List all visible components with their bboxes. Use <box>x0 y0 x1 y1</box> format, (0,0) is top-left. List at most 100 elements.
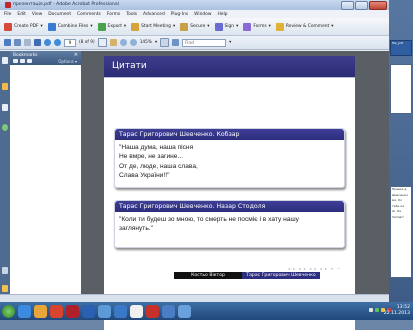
word-document-icon[interactable] <box>178 304 191 318</box>
create-pdf-button[interactable]: Create PDF ▾ <box>4 22 43 31</box>
secure-button[interactable]: Secure ▾ <box>180 22 210 31</box>
internet-explorer-icon[interactable] <box>18 304 31 318</box>
attachments-icon[interactable] <box>2 124 8 131</box>
review-comment-button[interactable]: Review & Comment ▾ <box>275 22 334 31</box>
lock-icon <box>180 22 189 31</box>
notepad-icon[interactable] <box>130 304 143 318</box>
menu-help[interactable]: Help <box>217 12 227 17</box>
slide-nav-symbols: ◂ ▸ ◂ ▸ ◂ ▸ ◂ ▸ ≡ ∽ <box>288 266 342 271</box>
slide-title: Цитати <box>112 61 147 71</box>
acrobat-logo-icon <box>5 2 11 8</box>
select-tool-icon[interactable] <box>97 38 107 47</box>
bookmarks-options[interactable]: Options ▾ <box>58 59 77 64</box>
fit-page-icon[interactable] <box>160 38 170 47</box>
previous-page-icon[interactable] <box>44 39 51 46</box>
bookmarks-panel: Bookmarks × Options ▾ <box>10 51 82 294</box>
zoom-out-icon[interactable] <box>129 39 137 46</box>
language-icon[interactable] <box>369 308 373 312</box>
menu-comments[interactable]: Comments <box>77 12 101 17</box>
menu-file[interactable]: File <box>4 12 11 17</box>
menu-edit[interactable]: Edit <box>17 12 26 17</box>
close-button[interactable] <box>369 1 387 10</box>
forms-icon <box>243 22 252 31</box>
navigation-toolbar: 9 (8 of 9) 145% ▾ Find ▾ <box>0 36 389 50</box>
fit-width-icon[interactable] <box>172 39 180 46</box>
pages-icon[interactable] <box>2 57 8 64</box>
combine-files-icon <box>47 22 56 31</box>
menu-tools[interactable]: Tools <box>126 12 137 17</box>
background-window-document[interactable]: Правка д Шевченко ми. Ко тебе на мі. Не … <box>390 186 412 278</box>
bookmark-tools <box>13 59 32 63</box>
zoom-level[interactable]: 145% <box>140 40 152 45</box>
menu-document[interactable]: Document <box>48 12 71 17</box>
menu-view[interactable]: View <box>32 12 42 17</box>
footer-topic: Тарас Григорович Шевченко <box>242 272 320 279</box>
acrobat-window: презентація.pdf - Adobe Acrobat Professi… <box>0 0 390 330</box>
menu-bar: File Edit View Document Comments Forms T… <box>0 10 389 18</box>
start-meeting-button[interactable]: Start Meeting ▾ <box>131 22 175 31</box>
opera-icon[interactable] <box>66 304 79 318</box>
delete-bookmark-icon[interactable] <box>20 59 25 63</box>
menu-advanced[interactable]: Advanced <box>143 12 165 17</box>
quote-card-body: "Коли ти будеш зо мною, то смерть не пос… <box>119 216 299 233</box>
taskbar-app-icon[interactable] <box>98 304 111 318</box>
maximize-button[interactable] <box>355 1 368 10</box>
title-bar: презентація.pdf - Adobe Acrobat Professi… <box>0 0 389 10</box>
explorer-window-icon[interactable] <box>162 304 175 318</box>
document-viewer: Цитати Тарас Григорович Шевченко. Кобзар… <box>81 51 389 330</box>
signatures-icon[interactable] <box>2 104 8 111</box>
bookmarks-title: Bookmarks <box>13 53 38 58</box>
bookmarks-icon[interactable] <box>2 83 8 90</box>
quote-card-1: Тарас Григорович Шевченко. Кобзар "Наша … <box>114 128 345 188</box>
background-window-toolbar[interactable] <box>390 64 412 114</box>
taskbar: 13:52 22.11.2013 <box>0 302 413 320</box>
print-icon[interactable] <box>14 39 21 46</box>
find-input[interactable]: Find <box>182 38 227 47</box>
zoom-in-icon[interactable] <box>119 39 127 46</box>
new-bookmark-icon[interactable] <box>13 59 18 63</box>
menu-forms[interactable]: Forms <box>107 12 120 17</box>
background-window: file_pdf Правка д Шевченко ми. Ко тебе н… <box>389 0 413 302</box>
email-icon[interactable] <box>24 39 31 46</box>
sign-button[interactable]: Sign ▾ <box>214 22 238 31</box>
paperclip-icon[interactable] <box>2 267 8 274</box>
save-icon[interactable] <box>34 39 41 46</box>
file-explorer-icon[interactable] <box>34 304 47 318</box>
word-icon[interactable] <box>82 304 95 318</box>
export-icon <box>97 22 106 31</box>
combine-files-button[interactable]: Combine Files ▾ <box>47 22 93 31</box>
skype-icon[interactable] <box>114 304 127 318</box>
open-icon[interactable] <box>4 39 11 46</box>
page-number-input[interactable]: 9 <box>64 38 76 47</box>
start-button[interactable] <box>2 304 15 318</box>
background-window-label[interactable]: file_pdf <box>390 40 412 56</box>
acrobat-taskbar-icon[interactable] <box>146 304 159 318</box>
navigation-pane-rail <box>0 51 10 294</box>
forms-button[interactable]: Forms ▾ <box>243 22 271 31</box>
network-icon[interactable] <box>375 308 379 312</box>
quote-card-header: Тарас Григорович Шевченко. Назар Стодоля <box>115 201 344 212</box>
bookmarks-header: Bookmarks × Options ▾ <box>10 51 81 65</box>
create-pdf-icon <box>4 22 12 31</box>
quote-card-body: "Наша дума, наша пісня Не вмре, не загин… <box>119 144 198 180</box>
expand-bookmark-icon[interactable] <box>27 59 32 63</box>
pen-icon <box>214 22 223 31</box>
media-player-icon[interactable] <box>50 304 63 318</box>
close-panel-icon[interactable]: × <box>74 52 78 58</box>
meeting-icon <box>131 22 140 31</box>
clock[interactable]: 13:52 22.11.2013 <box>384 305 410 317</box>
footer-author: Костьо Віктор <box>174 272 242 279</box>
comments-icon[interactable] <box>2 285 8 292</box>
tasks-toolbar: Create PDF ▾ Combine Files ▾ Export ▾ Start… <box>0 18 389 36</box>
quote-card-2: Тарас Григорович Шевченко. Назар Стодоля… <box>114 200 345 248</box>
window-title: презентація.pdf - Adobe Acrobat Professi… <box>13 2 119 7</box>
export-button[interactable]: Export ▾ <box>97 22 126 31</box>
menu-window[interactable]: Window <box>194 12 211 17</box>
menu-plugins[interactable]: Plug-Ins <box>171 12 188 17</box>
next-page-icon[interactable] <box>54 39 61 46</box>
comment-icon <box>275 22 284 31</box>
pdf-page: Цитати Тарас Григорович Шевченко. Кобзар… <box>104 56 355 330</box>
hand-tool-icon[interactable] <box>109 39 117 46</box>
slide-footer: ◂ ▸ ◂ ▸ ◂ ▸ ◂ ▸ ≡ ∽ Костьо Віктор Тарас … <box>104 266 355 279</box>
minimize-button[interactable] <box>341 1 354 10</box>
